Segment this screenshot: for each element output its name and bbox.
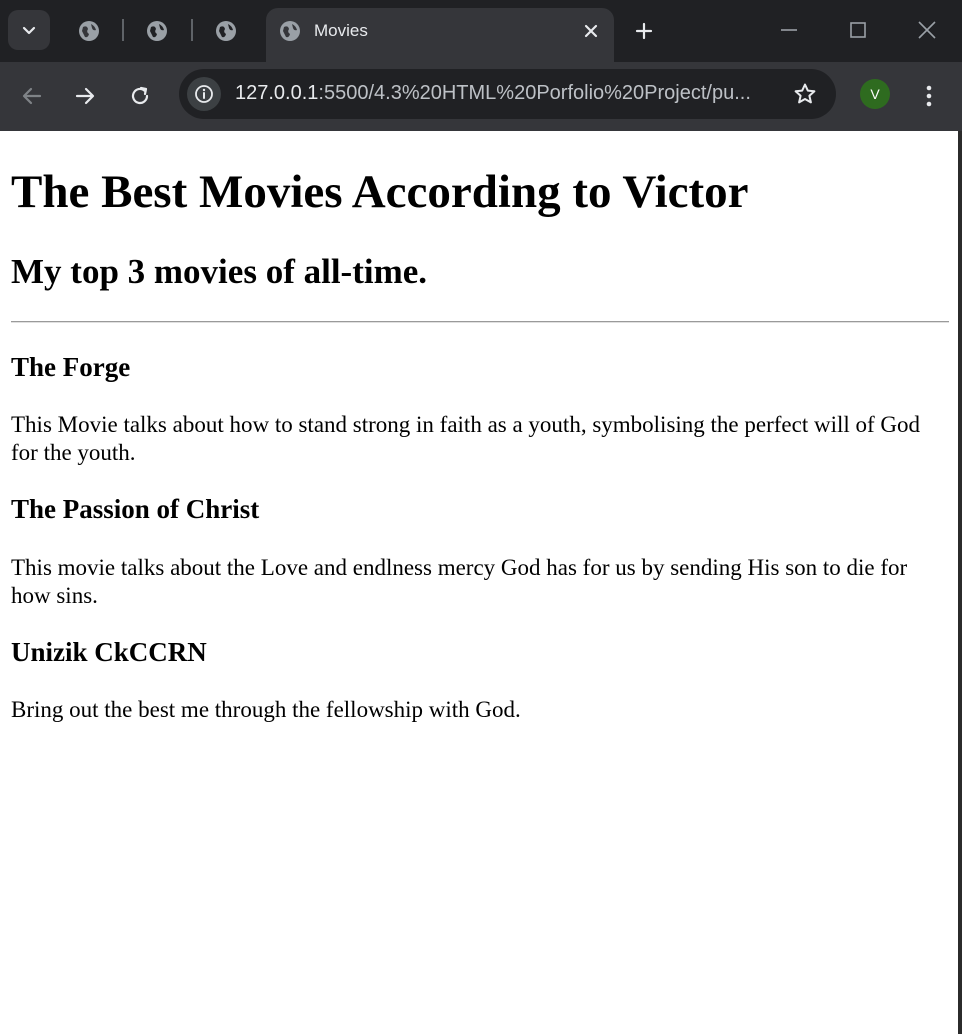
tab-strip: Movies xyxy=(0,0,962,62)
url-host: 127.0.0.1 xyxy=(235,82,319,104)
globe-icon xyxy=(147,21,167,41)
maximize-icon xyxy=(850,22,866,38)
close-tab-icon[interactable] xyxy=(578,18,604,44)
bookmark-star-icon[interactable] xyxy=(792,81,818,107)
page-content: The Best Movies According to Victor My t… xyxy=(0,131,958,1034)
arrow-left-icon xyxy=(22,87,42,105)
chevron-down-icon xyxy=(22,26,36,35)
tab-1[interactable] xyxy=(72,14,106,48)
movie-description: Bring out the best me through the fellow… xyxy=(11,697,521,722)
new-tab-button[interactable] xyxy=(628,15,660,47)
browser-chrome: Movies 127.0.0.1:5500/4.3%20HTML%20Porfo… xyxy=(0,0,962,131)
globe-icon xyxy=(216,21,236,41)
maximize-button[interactable] xyxy=(838,12,878,48)
close-icon xyxy=(918,21,936,39)
arrow-right-icon xyxy=(75,87,95,105)
close-window-button[interactable] xyxy=(907,12,947,48)
globe-icon xyxy=(278,19,302,43)
divider xyxy=(11,321,949,323)
movie-title: The Passion of Christ xyxy=(11,494,260,524)
reload-icon xyxy=(131,86,149,105)
more-vertical-icon xyxy=(926,85,932,107)
site-info-icon[interactable] xyxy=(187,77,221,111)
movie-description: This movie talks about the Love and endl… xyxy=(11,555,908,608)
browser-menu-button[interactable] xyxy=(916,79,942,113)
window-edge xyxy=(958,131,962,1034)
back-button[interactable] xyxy=(15,79,49,113)
page-title: The Best Movies According to Victor xyxy=(11,166,749,218)
movie-description: This Movie talks about how to stand stro… xyxy=(11,412,921,465)
forward-button[interactable] xyxy=(68,79,102,113)
tab-separator xyxy=(191,19,193,41)
movie-title: Unizik CkCCRN xyxy=(11,637,207,667)
page-subtitle: My top 3 movies of all-time. xyxy=(11,252,428,291)
url-text[interactable]: 127.0.0.1:5500/4.3%20HTML%20Porfolio%20P… xyxy=(235,82,775,105)
reload-button[interactable] xyxy=(123,79,157,113)
tab-separator xyxy=(122,19,124,41)
plus-icon xyxy=(635,22,653,40)
minimize-icon xyxy=(781,29,797,31)
address-bar[interactable]: 127.0.0.1:5500/4.3%20HTML%20Porfolio%20P… xyxy=(179,69,836,119)
url-path: :5500/4.3%20HTML%20Porfolio%20Project/pu… xyxy=(318,82,751,104)
tab-3[interactable] xyxy=(209,14,243,48)
tab-active[interactable]: Movies xyxy=(266,8,614,62)
profile-avatar[interactable]: V xyxy=(860,79,890,109)
tab-title: Movies xyxy=(314,21,368,40)
globe-icon xyxy=(79,21,99,41)
tab-search-button[interactable] xyxy=(8,10,50,50)
navigation-bar: 127.0.0.1:5500/4.3%20HTML%20Porfolio%20P… xyxy=(0,62,962,131)
minimize-button[interactable] xyxy=(769,12,809,48)
tab-2[interactable] xyxy=(140,14,174,48)
movie-title: The Forge xyxy=(11,352,131,382)
